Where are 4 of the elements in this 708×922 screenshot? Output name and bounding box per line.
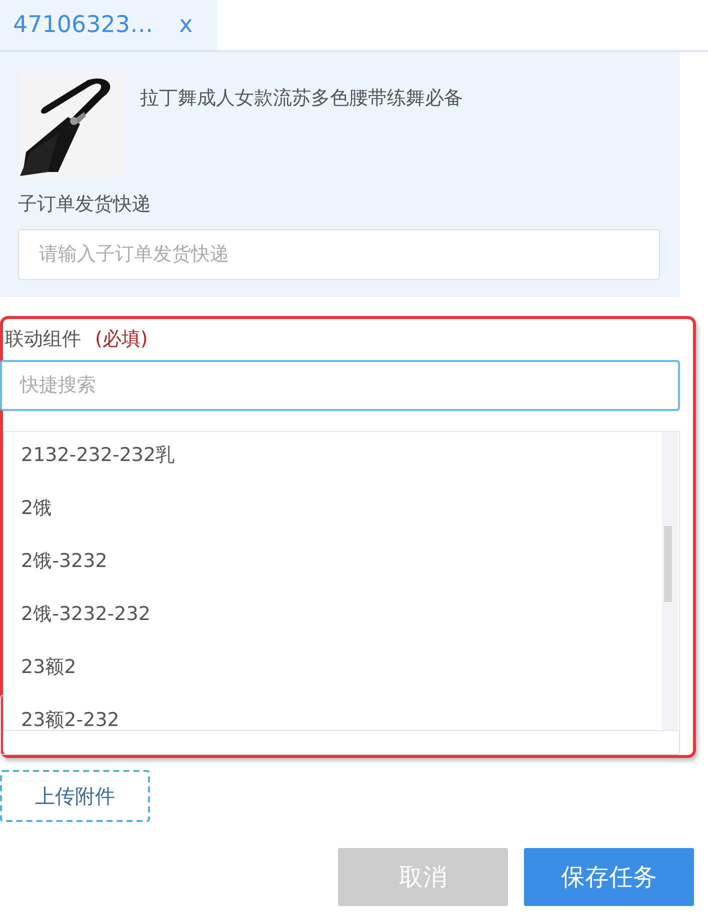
required-note: (必填): [95, 327, 148, 352]
product-title: 拉丁舞成人女款流苏多色腰带练舞必备: [140, 86, 463, 111]
field-label: 联动组件: [5, 327, 81, 352]
field-label: 子订单发货快递: [18, 192, 152, 217]
